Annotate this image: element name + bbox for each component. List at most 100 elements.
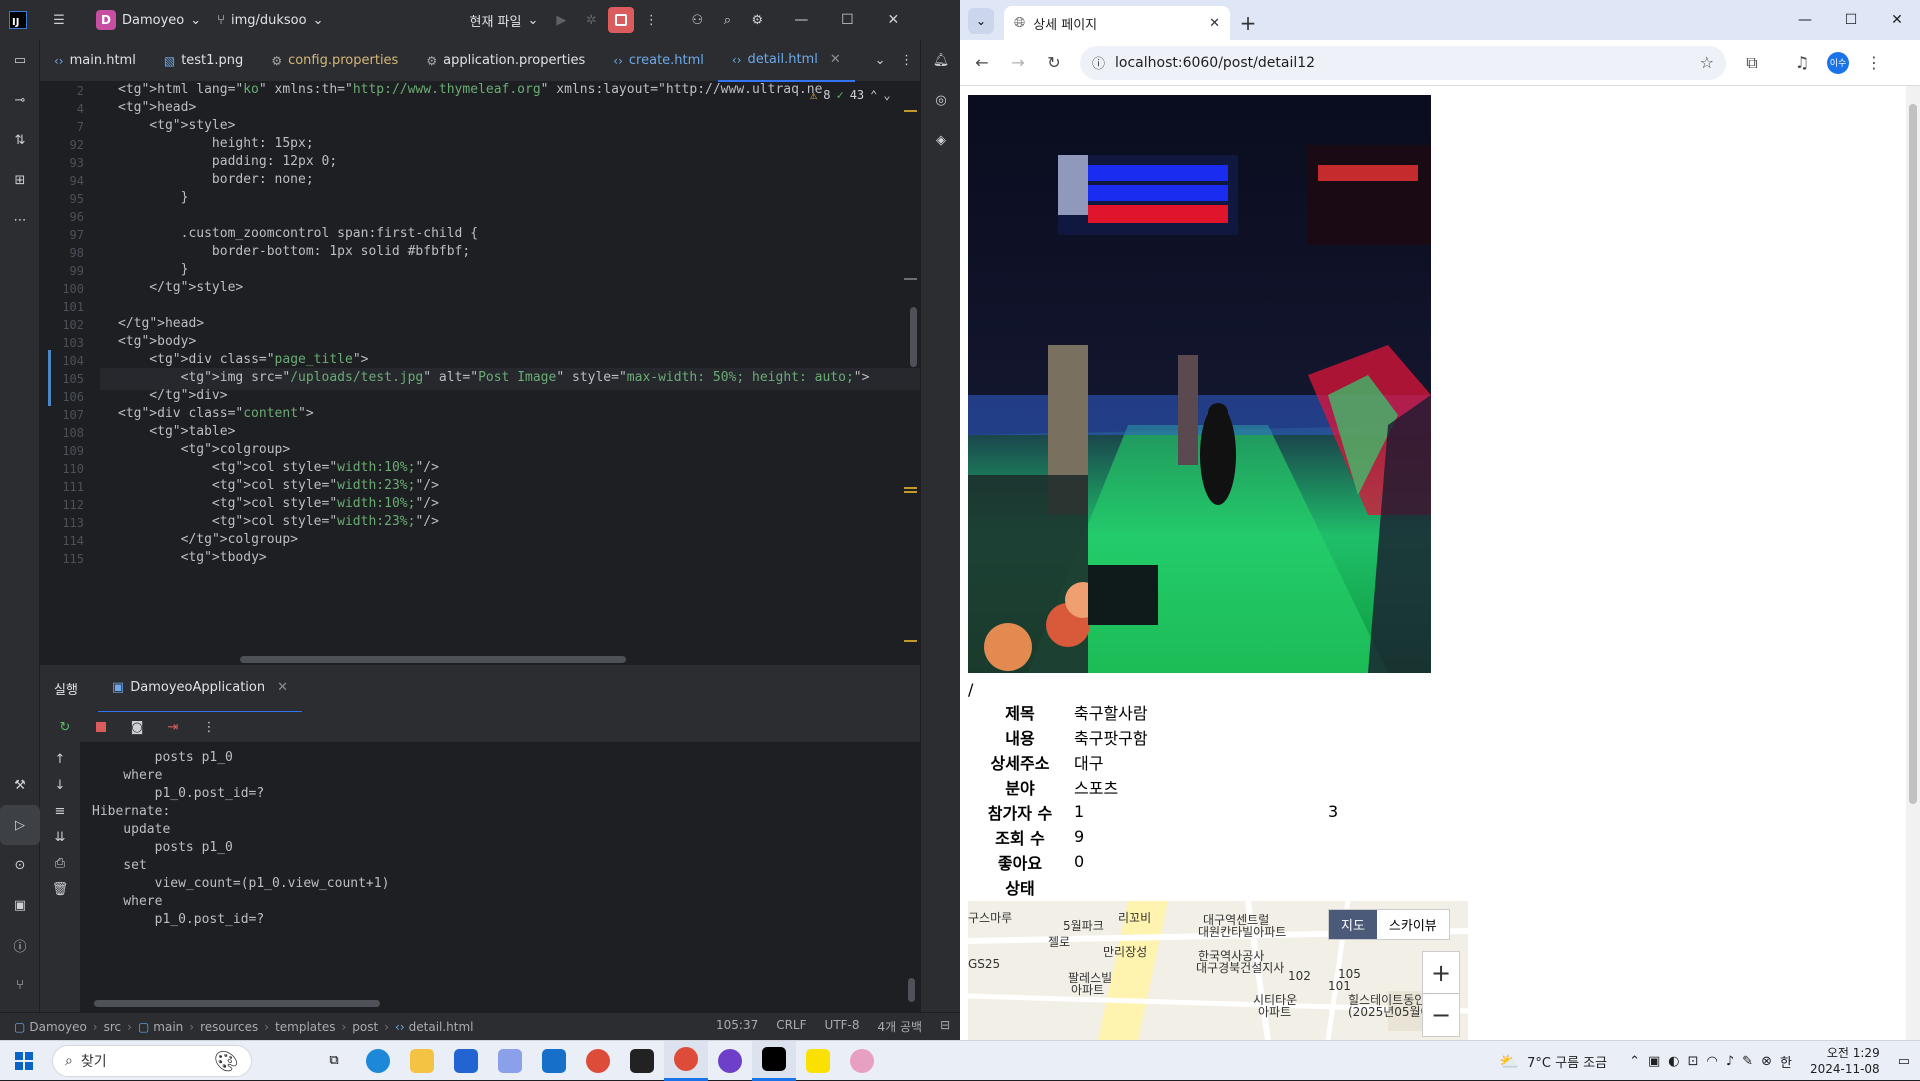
- map-label[interactable]: 대원칸타빌아파트: [1198, 923, 1286, 940]
- run-icon[interactable]: ▶: [546, 5, 576, 35]
- line-number[interactable]: 99: [40, 264, 84, 278]
- chevron-up-icon[interactable]: ⌃: [870, 88, 877, 102]
- line-number[interactable]: 102: [40, 318, 84, 332]
- chrome-active-icon[interactable]: [664, 1040, 708, 1081]
- line-number[interactable]: 92: [40, 138, 84, 152]
- map-label[interactable]: GS25: [968, 957, 1000, 971]
- back-arrow-icon[interactable]: ←: [964, 45, 1000, 81]
- close-icon[interactable]: ✕: [1874, 0, 1920, 40]
- map-type-map-button[interactable]: 지도: [1329, 910, 1377, 939]
- print-icon[interactable]: ⎙: [40, 850, 80, 876]
- forward-arrow-icon[interactable]: →: [1000, 45, 1036, 81]
- taskbar-search[interactable]: ⌕ 찾기 🎨︎: [52, 1044, 252, 1077]
- main-menu-icon[interactable]: ☰: [44, 5, 74, 35]
- copilot-icon[interactable]: ◈: [921, 120, 961, 160]
- arrow-up-icon[interactable]: ↑: [40, 746, 80, 772]
- scroll-to-end-icon[interactable]: ⇊: [40, 824, 80, 850]
- map-label[interactable]: 102: [1288, 969, 1311, 983]
- file-explorer-icon[interactable]: [400, 1041, 444, 1081]
- soft-wrap-icon[interactable]: ≡: [40, 798, 80, 824]
- warning-marker[interactable]: [904, 110, 917, 112]
- tab-create-html[interactable]: ‹› create.html: [599, 40, 718, 82]
- reload-icon[interactable]: ↻: [1036, 45, 1072, 81]
- zoom-out-button[interactable]: −: [1423, 994, 1459, 1036]
- mute-icon[interactable]: ⊗: [1761, 1054, 1772, 1069]
- page-vertical-scrollbar[interactable]: [1906, 86, 1920, 1040]
- pull-request-icon[interactable]: ⇅: [0, 120, 40, 160]
- map-label[interactable]: 아파트: [1071, 981, 1104, 998]
- line-number[interactable]: 110: [40, 462, 84, 476]
- pen-icon[interactable]: ✎: [1742, 1054, 1753, 1069]
- breadcrumb-item-project[interactable]: ▢ Damoyeo: [10, 1020, 91, 1034]
- camera-icon[interactable]: ◙: [122, 712, 152, 742]
- stop-icon[interactable]: [86, 712, 116, 742]
- breadcrumb-item-file[interactable]: ‹› detail.html: [391, 1020, 477, 1034]
- tray-chevron-icon[interactable]: ⌃: [1629, 1054, 1640, 1069]
- line-number[interactable]: 113: [40, 516, 84, 530]
- more-tools-icon[interactable]: ⋯: [0, 200, 40, 240]
- warning-marker[interactable]: [904, 640, 917, 642]
- github-desktop-icon[interactable]: [708, 1041, 752, 1081]
- line-number[interactable]: 100: [40, 282, 84, 296]
- line-number[interactable]: 111: [40, 480, 84, 494]
- more-icon[interactable]: ⋮: [194, 712, 224, 742]
- line-number[interactable]: 2: [40, 84, 84, 98]
- map-label[interactable]: 대구경북건설지사: [1196, 959, 1284, 976]
- line-number[interactable]: 96: [40, 210, 84, 224]
- address-bar[interactable]: ⓘ localhost:6060/post/detail12 ☆: [1080, 45, 1726, 80]
- line-number[interactable]: 109: [40, 444, 84, 458]
- maximize-icon[interactable]: ☐: [1828, 0, 1874, 40]
- indent-setting[interactable]: 4개 공백: [878, 1018, 923, 1035]
- line-number[interactable]: 105: [40, 372, 84, 386]
- project-selector[interactable]: D Damoyeo ⌄: [88, 6, 209, 34]
- trash-icon[interactable]: 🗑︎: [40, 876, 80, 902]
- git-icon[interactable]: ⑂: [0, 965, 40, 1005]
- line-number[interactable]: 97: [40, 228, 84, 242]
- settings-gear-icon[interactable]: ⚙: [742, 5, 772, 35]
- weather-text[interactable]: 7°C 구름 조금: [1527, 1052, 1607, 1071]
- lock-icon[interactable]: ⊟: [940, 1018, 950, 1035]
- line-number[interactable]: 106: [40, 390, 84, 404]
- stop-button[interactable]: [606, 5, 636, 35]
- paint-icon[interactable]: [840, 1041, 884, 1081]
- console-vertical-scrollbar[interactable]: [908, 978, 915, 1002]
- file-encoding[interactable]: UTF-8: [825, 1018, 860, 1035]
- volume-icon[interactable]: ♪: [1726, 1054, 1734, 1069]
- tab-application-properties[interactable]: ⚙ application.properties: [412, 40, 599, 82]
- browser-menu-icon[interactable]: ⋮: [1856, 45, 1892, 81]
- line-number[interactable]: 115: [40, 552, 84, 566]
- code-editor[interactable]: 2 <tg">html lang="ko" xmlns:th="http://ww…: [40, 82, 920, 664]
- tab-main-html[interactable]: ‹› main.html: [40, 40, 150, 82]
- tab-config-properties[interactable]: ⚙ config.properties: [257, 40, 412, 82]
- tab-list-chevron-icon[interactable]: ⌄: [867, 46, 894, 76]
- tab-close-icon[interactable]: ✕: [1209, 16, 1220, 31]
- notification-icon[interactable]: ▭: [1898, 1054, 1910, 1069]
- project-folder-icon[interactable]: ▭: [0, 40, 40, 80]
- minimize-icon[interactable]: —: [778, 0, 824, 40]
- caret-position[interactable]: 105:37: [716, 1018, 758, 1035]
- windows-start-icon[interactable]: [2, 1041, 46, 1081]
- extensions-puzzle-icon[interactable]: ⧉: [1734, 45, 1770, 81]
- chevron-down-icon[interactable]: ⌄: [883, 88, 890, 102]
- tray-app-icon[interactable]: ◐: [1668, 1054, 1679, 1069]
- breadcrumb-item-resources[interactable]: resources: [196, 1020, 262, 1034]
- task-view-icon[interactable]: ⧉: [312, 1041, 356, 1081]
- run-tool-icon[interactable]: ▷: [0, 805, 40, 845]
- caret-marker[interactable]: [904, 278, 917, 280]
- wifi-icon[interactable]: ◠: [1707, 1054, 1718, 1069]
- console-output[interactable]: posts p1_0 where p1_0.post_id=? Hibernate…: [80, 742, 920, 1012]
- tab-close-icon[interactable]: ✕: [830, 52, 841, 67]
- line-number[interactable]: 94: [40, 174, 84, 188]
- intellij-logo-icon[interactable]: IJ: [0, 0, 36, 40]
- clock[interactable]: 오전 1:29 2024-11-08: [1810, 1045, 1880, 1077]
- tab-close-icon[interactable]: ✕: [277, 680, 288, 695]
- edge-icon[interactable]: [356, 1041, 400, 1081]
- build-hammer-icon[interactable]: ⚒: [0, 765, 40, 805]
- map-type-skyview-button[interactable]: 스카이뷰: [1377, 910, 1449, 939]
- line-separator[interactable]: CRLF: [776, 1018, 806, 1035]
- map-label[interactable]: 만리장성: [1103, 943, 1147, 960]
- problems-icon[interactable]: ⓘ: [0, 925, 40, 965]
- minimize-icon[interactable]: —: [1782, 0, 1828, 40]
- tray-app-icon[interactable]: ⊡: [1688, 1054, 1699, 1069]
- console-horizontal-scrollbar[interactable]: [94, 1000, 380, 1007]
